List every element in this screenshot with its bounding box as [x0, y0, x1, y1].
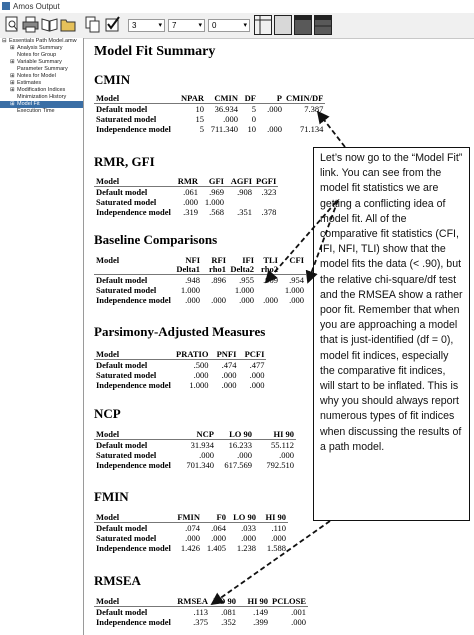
arrow-to-cfi — [305, 199, 339, 284]
arrow-to-rmsea — [210, 520, 331, 606]
callout-arrows — [210, 110, 346, 606]
arrow-to-tli — [264, 201, 337, 284]
arrow-to-cmin-df — [316, 110, 346, 148]
